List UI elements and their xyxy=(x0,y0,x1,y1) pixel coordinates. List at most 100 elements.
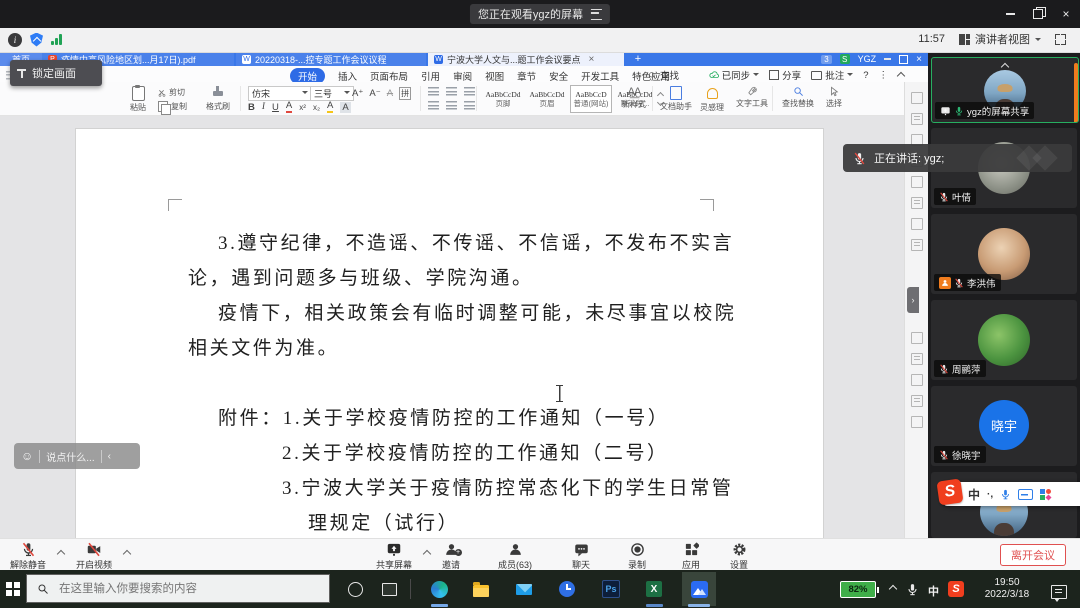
participant-tile[interactable]: 晓宇 徐晓宇 xyxy=(931,386,1077,466)
shrink-font-button[interactable]: A⁻ xyxy=(369,88,380,99)
bold-button[interactable]: B xyxy=(248,102,255,113)
settings-button[interactable]: 设置 xyxy=(730,542,748,571)
lang-mode-toggle[interactable]: 中 xyxy=(968,486,980,503)
sogou-tray-icon[interactable]: S xyxy=(948,581,964,597)
record-button[interactable]: 录制 xyxy=(628,542,646,571)
apps-button[interactable]: 应用 xyxy=(682,542,700,571)
edge-icon[interactable] xyxy=(428,578,450,600)
underline-button[interactable]: U xyxy=(272,102,279,113)
collapse-ribbon-icon[interactable] xyxy=(897,72,905,80)
leave-meeting-button[interactable]: 离开会议 xyxy=(1000,544,1066,566)
quick-chat-bar[interactable]: ☺ 说点什么... ‹ xyxy=(14,443,140,469)
menu-references[interactable]: 引用 xyxy=(421,69,440,83)
input-lang-indicator[interactable]: 中 xyxy=(928,583,939,599)
sidebar-tool-icon[interactable] xyxy=(911,332,923,344)
find-button[interactable]: 查找 xyxy=(648,68,679,82)
minimize-button[interactable] xyxy=(996,0,1024,28)
cut-button[interactable]: 剪切 复制 xyxy=(158,87,187,112)
sidebar-tool-icon[interactable] xyxy=(911,374,923,386)
tray-mic-icon[interactable] xyxy=(906,583,919,596)
numbered-list-icon[interactable] xyxy=(446,87,457,96)
synced-status[interactable]: 已同步 xyxy=(709,68,760,82)
app-close-icon[interactable]: × xyxy=(916,54,922,65)
find-replace-button[interactable]: 查找替换 xyxy=(782,86,814,109)
restore-button[interactable] xyxy=(1024,0,1052,28)
collapse-chat-icon[interactable]: ‹ xyxy=(108,451,111,462)
subscript-button[interactable]: x₂ xyxy=(313,103,320,112)
share-options-chevron[interactable] xyxy=(423,550,431,558)
participant-tile[interactable]: 李洪伟 xyxy=(931,214,1077,294)
start-video-button[interactable]: 开启视频 xyxy=(76,542,112,571)
tray-expand-chevron[interactable] xyxy=(889,585,897,593)
align-left-icon[interactable] xyxy=(428,101,439,110)
menu-dev-tools[interactable]: 开发工具 xyxy=(581,69,619,83)
excel-icon[interactable]: X xyxy=(643,578,665,600)
start-button[interactable] xyxy=(2,578,24,600)
sidebar-tool-icon[interactable] xyxy=(911,92,923,104)
menu-review[interactable]: 审阅 xyxy=(453,69,472,83)
tab-doc-active[interactable]: W 宁波大学人文与...题工作会议要点 × xyxy=(428,52,624,66)
battery-indicator[interactable]: 82% xyxy=(840,581,879,598)
menu-page-layout[interactable]: 页面布局 xyxy=(370,69,408,83)
menu-section[interactable]: 章节 xyxy=(517,69,536,83)
format-painter-button[interactable]: 格式刷 xyxy=(206,85,230,112)
photoshop-icon[interactable]: Ps xyxy=(600,578,622,600)
banner-menu-icon[interactable] xyxy=(591,9,602,20)
participant-tile[interactable]: 周鹂萍 xyxy=(931,300,1077,380)
char-shading-button[interactable]: A xyxy=(340,102,350,113)
grow-font-button[interactable]: A⁺ xyxy=(352,88,363,99)
unmute-button[interactable]: 解除静音 xyxy=(10,542,46,571)
participant-tile-ygz[interactable]: ygz的屏幕共享 xyxy=(931,57,1079,123)
italic-button[interactable]: I xyxy=(262,102,265,112)
sogou-logo-icon[interactable]: S xyxy=(936,478,963,505)
emoji-icon[interactable]: ☺ xyxy=(21,450,33,462)
account-name[interactable]: YGZ xyxy=(858,54,877,64)
sidebar-tool-icon[interactable] xyxy=(911,353,923,365)
voice-input-icon[interactable] xyxy=(1000,489,1011,500)
share-screen-button[interactable]: 共享屏幕 xyxy=(376,542,412,571)
view-mode-dropdown[interactable]: 演讲者视图 xyxy=(959,31,1041,47)
app-minimize-icon[interactable] xyxy=(884,58,891,60)
tab-doc-agenda[interactable]: W 20220318-...控专题工作会议议程 xyxy=(236,52,426,66)
sidebar-tool-icon[interactable] xyxy=(911,197,923,209)
protection-shield-icon[interactable] xyxy=(30,33,43,47)
tab-close-icon[interactable]: × xyxy=(589,54,595,65)
text-tool-button[interactable]: 文字工具 xyxy=(736,86,768,109)
clock[interactable]: 19:50 2022/3/18 xyxy=(975,577,1039,601)
font-color-button[interactable]: A xyxy=(286,101,292,113)
font-size-select[interactable]: 三号 xyxy=(310,86,354,101)
superscript-button[interactable]: x² xyxy=(299,103,306,112)
style-footer[interactable]: AaBbCcDd 页脚 xyxy=(482,85,524,113)
menu-insert[interactable]: 插入 xyxy=(338,69,357,83)
close-button[interactable]: × xyxy=(1052,0,1080,28)
sidebar-expand-handle[interactable]: › xyxy=(907,287,919,313)
lock-screen-tooltip[interactable]: 锁定画面 xyxy=(10,60,102,86)
new-style-button[interactable]: A͟A 新样式 xyxy=(622,86,646,110)
clear-format-button[interactable]: A xyxy=(387,88,393,99)
wps-logo-icon[interactable]: S xyxy=(840,54,850,64)
outline-list-icon[interactable] xyxy=(464,87,475,96)
invite-button[interactable]: + 邀请 xyxy=(442,542,460,571)
audio-options-chevron[interactable] xyxy=(57,550,65,558)
toolbox-icon[interactable] xyxy=(1040,489,1051,500)
line-spacing-icon[interactable] xyxy=(464,101,475,110)
style-header[interactable]: AaBbCcDd 页眉 xyxy=(526,85,568,113)
search-input[interactable] xyxy=(57,582,291,596)
sidebar-tool-icon[interactable] xyxy=(911,176,923,188)
menu-security[interactable]: 安全 xyxy=(549,69,568,83)
meeting-app-icon[interactable] xyxy=(688,578,710,600)
watching-banner[interactable]: 您正在观看ygz的屏幕 xyxy=(470,4,610,24)
chat-button[interactable]: 聊天 xyxy=(572,542,590,571)
style-normal-web[interactable]: AaBbCcD 普通(网站) xyxy=(570,85,612,113)
sidebar-tool-icon[interactable] xyxy=(911,239,923,251)
clock-app-icon[interactable] xyxy=(556,578,578,600)
punctuation-toggle[interactable]: ·, xyxy=(987,489,993,500)
app-restore-icon[interactable] xyxy=(899,55,908,64)
more-menu-icon[interactable]: ⋮ xyxy=(879,70,889,81)
comment-button[interactable]: 批注 xyxy=(811,68,853,82)
taskbar-search[interactable] xyxy=(26,574,330,603)
share-button[interactable]: 分享 xyxy=(769,68,801,82)
fullscreen-icon[interactable] xyxy=(1055,34,1066,45)
network-signal-icon[interactable] xyxy=(51,34,62,45)
sidebar-tool-icon[interactable] xyxy=(911,416,923,428)
